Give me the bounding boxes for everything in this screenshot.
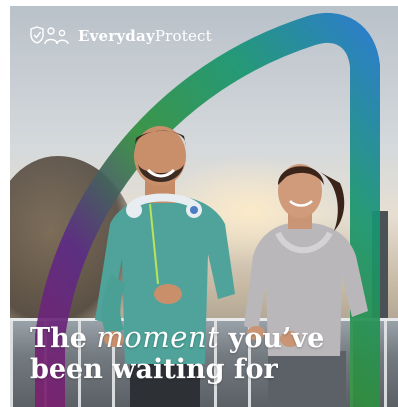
people-shield-icon bbox=[30, 26, 69, 45]
headline-word-1: The bbox=[30, 323, 87, 354]
headline-word-2: you’ve bbox=[228, 323, 325, 354]
headline-line-1: The moment you’ve bbox=[30, 320, 370, 355]
brand-name-bold: Everyday bbox=[78, 27, 155, 45]
hero-image: EverydayProtect The moment you’ve been w… bbox=[10, 6, 398, 407]
brand-name-light: Protect bbox=[154, 27, 212, 45]
headline: The moment you’ve been waiting for bbox=[30, 320, 370, 386]
headline-script-word: moment bbox=[96, 320, 220, 354]
brand-name: EverydayProtect bbox=[78, 27, 212, 45]
brand-logo: EverydayProtect bbox=[30, 24, 212, 48]
headline-line-2: been waiting for bbox=[30, 354, 278, 385]
